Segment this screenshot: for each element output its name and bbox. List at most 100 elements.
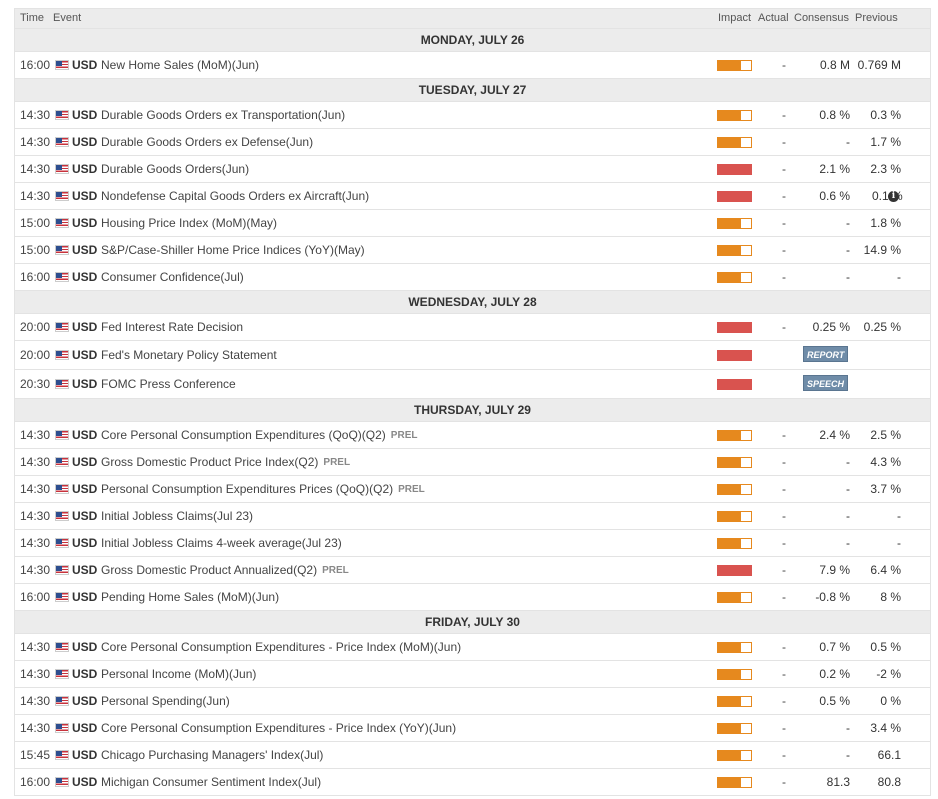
table-row[interactable]: 20:00 USD Fed's Monetary Policy Statement R…: [15, 340, 930, 369]
event-name[interactable]: FOMC Press Conference: [101, 377, 236, 391]
currency-code: USD: [72, 348, 98, 362]
event-name[interactable]: Core Personal Consumption Expenditures -…: [101, 640, 461, 654]
event-name[interactable]: Personal Income (MoM)(Jun): [101, 667, 256, 681]
event-name[interactable]: Chicago Purchasing Managers' Index(Jul): [101, 748, 323, 762]
consensus-value: -: [846, 509, 850, 523]
impact-empty: [741, 60, 751, 70]
impact-empty: [741, 245, 751, 255]
us-flag-icon: [55, 350, 69, 360]
event-name[interactable]: S&P/Case-Shiller Home Price Indices (YoY…: [101, 243, 365, 257]
event-name[interactable]: New Home Sales (MoM)(Jun): [101, 58, 259, 72]
table-row[interactable]: 16:00 USD Michigan Consumer Sentiment Inde…: [15, 768, 930, 795]
table-row[interactable]: 14:30 USD Gross Domestic Product Price Ind…: [15, 448, 930, 475]
impact-cell: [717, 503, 752, 529]
table-row[interactable]: 16:00 USD New Home Sales (MoM)(Jun) - 0.8 M 0…: [15, 51, 930, 78]
event-name[interactable]: Pending Home Sales (MoM)(Jun): [101, 590, 279, 604]
event-name[interactable]: Consumer Confidence(Jul): [101, 270, 244, 284]
event-name[interactable]: Personal Consumption Expenditures Prices…: [101, 482, 393, 496]
event-name-cell[interactable]: S&P/Case-Shiller Home Price Indices (YoY…: [101, 237, 365, 263]
table-row[interactable]: 20:00 USD Fed Interest Rate Decision - 0.25 …: [15, 313, 930, 340]
header-actual[interactable]: Actual: [758, 12, 789, 24]
table-row[interactable]: 14:30 USD Initial Jobless Claims(Jul 23) - -…: [15, 502, 930, 529]
flag-cell: [55, 370, 69, 398]
actual-value: -: [782, 162, 786, 176]
table-row[interactable]: 14:30 USD Durable Goods Orders(Jun) - 2.1 % 2…: [15, 155, 930, 182]
currency-code: USD: [72, 590, 98, 604]
event-name[interactable]: Gross Domestic Product Annualized(Q2): [101, 563, 317, 577]
table-row[interactable]: 16:00 USD Consumer Confidence(Jul) - - -: [15, 263, 930, 290]
event-name[interactable]: Initial Jobless Claims 4-week average(Ju…: [101, 536, 342, 550]
flag-cell: [55, 156, 69, 182]
event-name-cell[interactable]: Fed Interest Rate Decision: [101, 314, 243, 340]
flag-canton: [56, 273, 62, 278]
event-name-cell[interactable]: Consumer Confidence(Jul): [101, 264, 244, 290]
event-name[interactable]: Housing Price Index (MoM)(May): [101, 216, 277, 230]
info-icon[interactable]: i: [888, 190, 899, 202]
event-name-cell[interactable]: New Home Sales (MoM)(Jun): [101, 52, 259, 78]
table-row[interactable]: 14:30 USD Core Personal Consumption Expend…: [15, 714, 930, 741]
event-name-cell[interactable]: Housing Price Index (MoM)(May): [101, 210, 277, 236]
event-name-cell[interactable]: Pending Home Sales (MoM)(Jun): [101, 584, 279, 610]
event-name[interactable]: Durable Goods Orders ex Defense(Jun): [101, 135, 313, 149]
header-impact[interactable]: Impact: [718, 12, 751, 24]
event-name-cell[interactable]: Chicago Purchasing Managers' Index(Jul): [101, 742, 323, 768]
event-name[interactable]: Durable Goods Orders(Jun): [101, 162, 249, 176]
event-name-cell[interactable]: Personal Income (MoM)(Jun): [101, 661, 256, 687]
table-row[interactable]: 15:00 USD S&P/Case-Shiller Home Price Indi…: [15, 236, 930, 263]
speech-badge[interactable]: SPEECH: [803, 375, 849, 391]
event-name[interactable]: Gross Domestic Product Price Index(Q2): [101, 455, 318, 469]
table-row[interactable]: 15:00 USD Housing Price Index (MoM)(May) - -…: [15, 209, 930, 236]
event-name[interactable]: Initial Jobless Claims(Jul 23): [101, 509, 253, 523]
event-name-cell[interactable]: Gross Domestic Product Annualized(Q2) PRE…: [101, 557, 349, 583]
table-row[interactable]: 14:30 USD Core Personal Consumption Expend…: [15, 421, 930, 448]
impact-fill: [718, 642, 741, 652]
event-name-cell[interactable]: Michigan Consumer Sentiment Index(Jul): [101, 769, 321, 795]
event-name[interactable]: Fed Interest Rate Decision: [101, 320, 243, 334]
us-flag-icon: [55, 272, 69, 282]
event-name-cell[interactable]: Durable Goods Orders(Jun): [101, 156, 249, 182]
event-name-cell[interactable]: Durable Goods Orders ex Transportation(J…: [101, 102, 345, 128]
table-row[interactable]: 14:30 USD Initial Jobless Claims 4-week av…: [15, 529, 930, 556]
event-name-cell[interactable]: Personal Consumption Expenditures Prices…: [101, 476, 425, 502]
report-badge[interactable]: REPORT: [803, 346, 849, 362]
event-name[interactable]: Fed's Monetary Policy Statement: [101, 348, 277, 362]
table-row[interactable]: 14:30 USD Durable Goods Orders ex Transpor…: [15, 101, 930, 128]
table-row[interactable]: 14:30 USD Personal Spending(Jun) - 0.5 % 0 %: [15, 687, 930, 714]
table-row[interactable]: 14:30 USD Durable Goods Orders ex Defense(…: [15, 128, 930, 155]
event-name[interactable]: Personal Spending(Jun): [101, 694, 230, 708]
currency-code: USD: [72, 748, 98, 762]
event-name-cell[interactable]: Core Personal Consumption Expenditures -…: [101, 634, 461, 660]
table-row[interactable]: 16:00 USD Pending Home Sales (MoM)(Jun) - -0…: [15, 583, 930, 610]
event-name[interactable]: Durable Goods Orders ex Transportation(J…: [101, 108, 345, 122]
table-row[interactable]: 14:30 USD Gross Domestic Product Annualize…: [15, 556, 930, 583]
table-row[interactable]: 15:45 USD Chicago Purchasing Managers' Ind…: [15, 741, 930, 768]
event-name-cell[interactable]: FOMC Press Conference: [101, 370, 236, 398]
table-row[interactable]: 14:30 USD Personal Consumption Expenditure…: [15, 475, 930, 502]
table-row[interactable]: 20:30 USD FOMC Press Conference SPEECH: [15, 369, 930, 398]
header-previous[interactable]: Previous: [855, 12, 898, 24]
event-name[interactable]: Michigan Consumer Sentiment Index(Jul): [101, 775, 321, 789]
impact-cell: [717, 476, 752, 502]
event-name[interactable]: Core Personal Consumption Expenditures (…: [101, 428, 386, 442]
table-row[interactable]: 14:30 USD Core Personal Consumption Expend…: [15, 633, 930, 660]
event-name-cell[interactable]: Core Personal Consumption Expenditures (…: [101, 422, 417, 448]
header-consensus[interactable]: Consensus: [794, 12, 849, 24]
event-name-cell[interactable]: Gross Domestic Product Price Index(Q2) PR…: [101, 449, 350, 475]
currency-code: USD: [72, 428, 98, 442]
us-flag-icon: [55, 592, 69, 602]
event-name[interactable]: Nondefense Capital Goods Orders ex Aircr…: [101, 189, 369, 203]
event-name-cell[interactable]: Durable Goods Orders ex Defense(Jun): [101, 129, 313, 155]
event-name-cell[interactable]: Fed's Monetary Policy Statement: [101, 341, 277, 369]
event-name-cell[interactable]: Nondefense Capital Goods Orders ex Aircr…: [101, 183, 369, 209]
event-name-cell[interactable]: Core Personal Consumption Expenditures -…: [101, 715, 456, 741]
header-time[interactable]: Time: [20, 12, 44, 24]
impact-indicator: [717, 190, 752, 202]
event-name-cell[interactable]: Initial Jobless Claims(Jul 23): [101, 503, 253, 529]
previous-value: 3.7 %: [870, 482, 901, 496]
event-name-cell[interactable]: Personal Spending(Jun): [101, 688, 230, 714]
event-name-cell[interactable]: Initial Jobless Claims 4-week average(Ju…: [101, 530, 342, 556]
header-event[interactable]: Event: [53, 12, 81, 24]
event-name[interactable]: Core Personal Consumption Expenditures -…: [101, 721, 456, 735]
table-row[interactable]: 14:30 USD Nondefense Capital Goods Orders …: [15, 182, 930, 209]
table-row[interactable]: 14:30 USD Personal Income (MoM)(Jun) - 0.2 %…: [15, 660, 930, 687]
